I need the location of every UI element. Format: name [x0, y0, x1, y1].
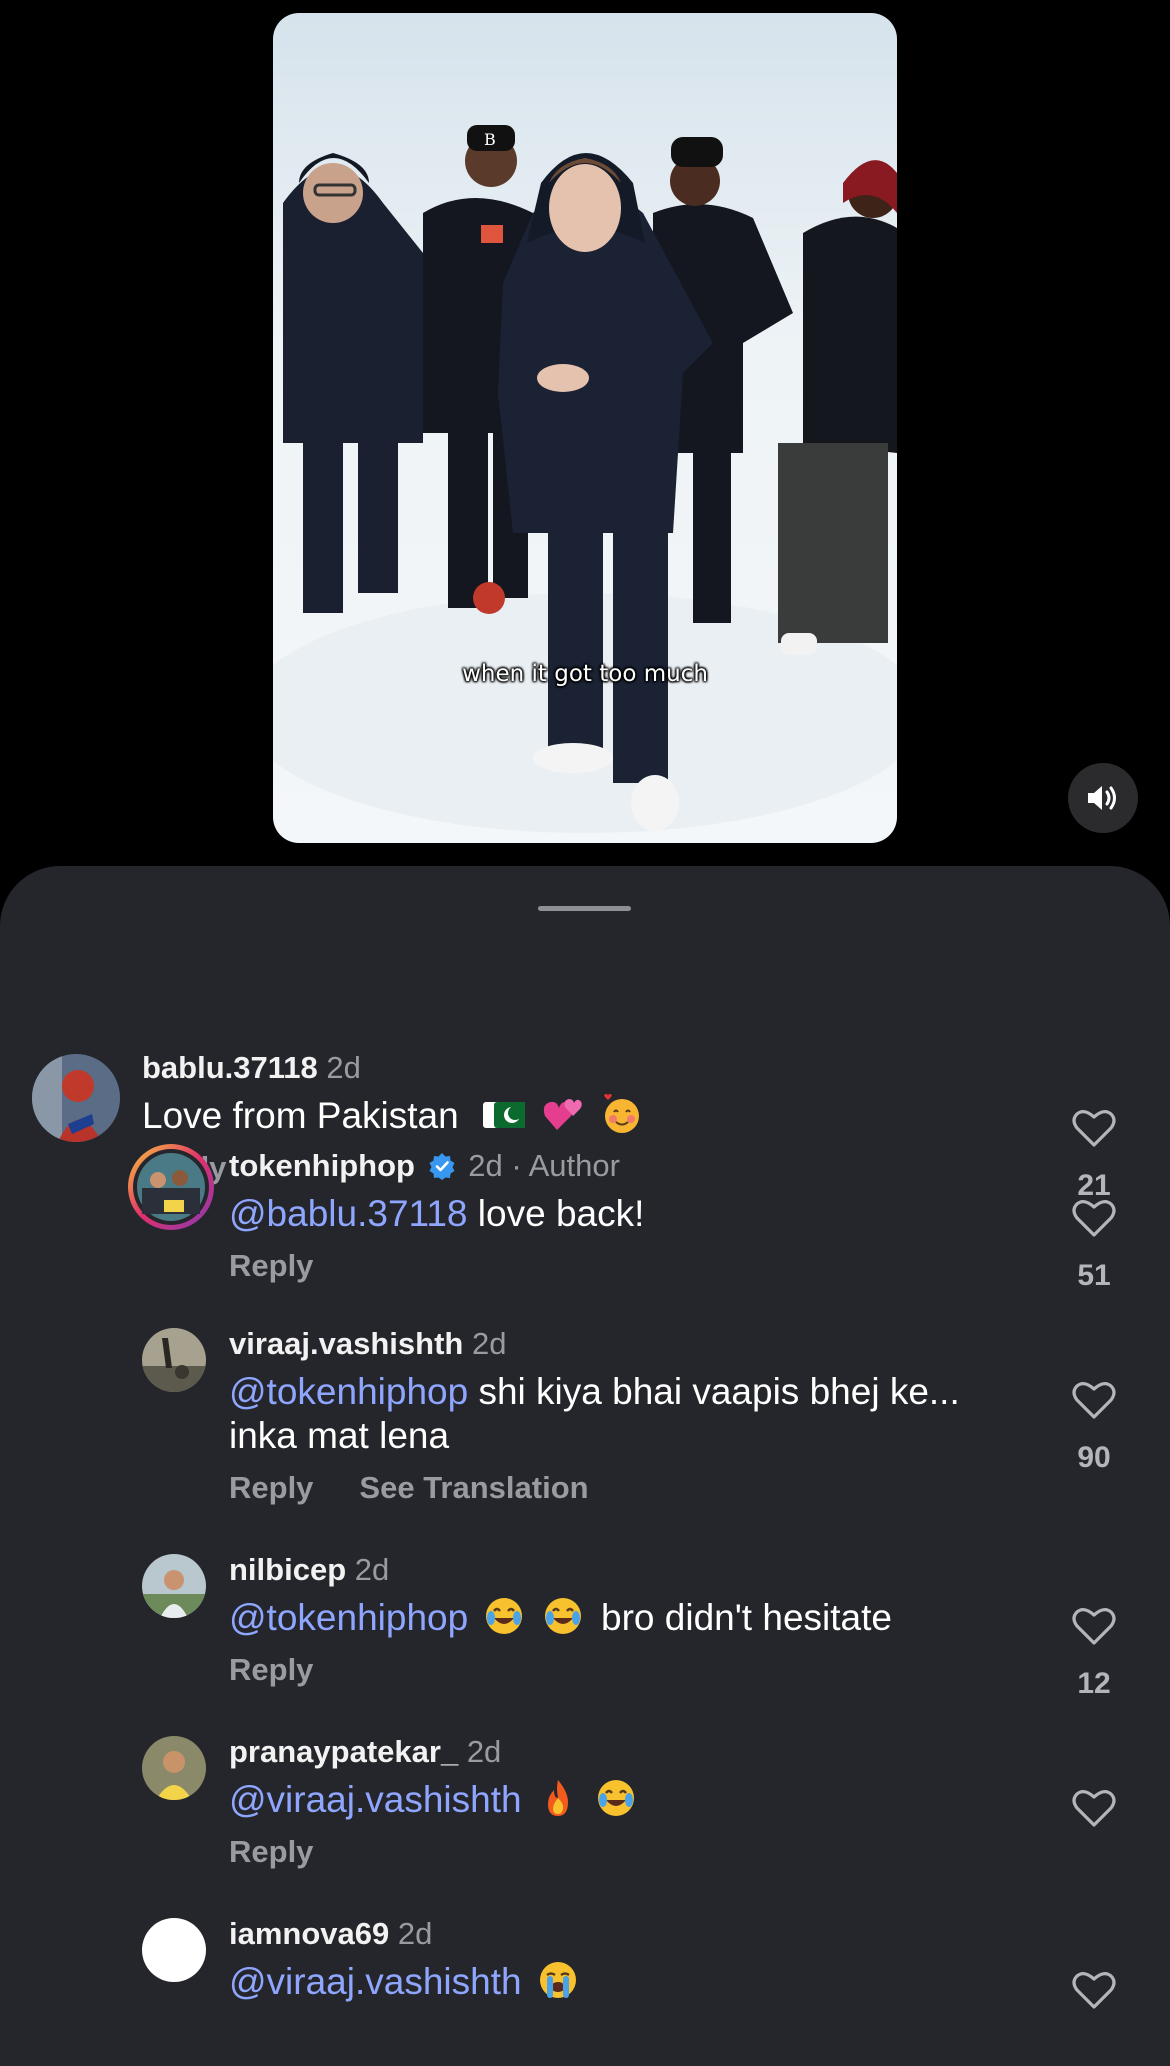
heart-icon[interactable] [1072, 1198, 1116, 1238]
comment-text: @bablu.37118 love back! [229, 1192, 1020, 1236]
like-count: 51 [1077, 1259, 1111, 1292]
sheet-drag-handle[interactable] [538, 906, 631, 911]
comment-body-text: bro didn't hesitate [601, 1597, 892, 1638]
avatar[interactable] [142, 1554, 206, 1618]
comment-username[interactable]: bablu.37118 [142, 1050, 318, 1085]
comment-time: 2d [354, 1552, 390, 1587]
comment-username[interactable]: nilbicep [229, 1552, 346, 1587]
like-control: 21 [1070, 1108, 1118, 1203]
like-control: 12 [1070, 1606, 1118, 1701]
comment-username[interactable]: viraaj.vashishth [229, 1326, 463, 1361]
comment-mention[interactable]: @tokenhiphop [229, 1371, 468, 1412]
heart-icon[interactable] [1072, 1970, 1116, 2010]
avatar-image [142, 1554, 206, 1618]
heart-icon[interactable] [1072, 1380, 1116, 1420]
avatar[interactable] [142, 1328, 206, 1392]
comment-time: 2d [397, 1916, 433, 1951]
reply-button[interactable]: Reply [229, 1248, 313, 1284]
avatar[interactable] [142, 1736, 206, 1800]
comment-content: nilbicep 2d @tokenhiphop bro didn't hesi… [229, 1552, 1020, 1688]
comment-content: viraaj.vashishth 2d @tokenhiphop shi kiy… [229, 1326, 1020, 1506]
comment-time: 2d [471, 1326, 507, 1361]
comment-mention[interactable]: @tokenhiphop [229, 1597, 468, 1638]
avatar[interactable] [142, 1918, 206, 1982]
heart-icon[interactable] [1072, 1606, 1116, 1646]
joy-icon [486, 1598, 523, 1634]
comment-username[interactable]: pranaypatekar_ [229, 1734, 458, 1769]
joy-icon [544, 1598, 581, 1634]
author-tag: · Author [511, 1148, 620, 1183]
comment-content: iamnova69 2d @viraaj.vashishth [229, 1916, 1020, 2004]
like-control [1070, 1788, 1118, 1833]
loudly-crying-icon [539, 1962, 576, 1998]
comment-text: @tokenhiphop shi kiya bhai vaapis bhej k… [229, 1370, 1020, 1458]
comment-content: tokenhiphop 2d · Author @bablu.37118 lov… [229, 1148, 1020, 1284]
joy-icon [598, 1780, 635, 1816]
like-control: 51 [1070, 1198, 1118, 1293]
like-control [1070, 1970, 1118, 2015]
comment-text: @viraaj.vashishth [229, 1778, 1020, 1822]
avatar-image [142, 1736, 206, 1800]
heart-icon[interactable] [1072, 1108, 1116, 1148]
verified-badge-icon [429, 1153, 455, 1180]
like-count: 12 [1077, 1667, 1111, 1700]
comment-mention[interactable]: @viraaj.vashishth [229, 1779, 522, 1820]
audio-toggle-button[interactable] [1068, 763, 1138, 833]
comment-body-text: love back! [477, 1193, 645, 1234]
comment-username[interactable]: iamnova69 [229, 1916, 389, 1951]
video-frame: B [273, 125, 897, 833]
comment-mention[interactable]: @bablu.37118 [229, 1193, 468, 1234]
reply-button[interactable]: Reply [229, 1470, 313, 1506]
two-hearts-icon [544, 1099, 583, 1130]
avatar-image [32, 1054, 120, 1142]
avatar-image [142, 1328, 206, 1392]
reply-button[interactable]: Reply [229, 1652, 313, 1688]
see-translation-button[interactable]: See Translation [359, 1470, 588, 1506]
like-count: 90 [1077, 1441, 1111, 1474]
fire-icon [547, 1780, 568, 1816]
svg-text:B: B [484, 130, 496, 149]
comment-body-text: Love from Pakistan [142, 1095, 459, 1136]
comment-text: Love from Pakistan [142, 1094, 1020, 1138]
heart-icon[interactable] [1072, 1788, 1116, 1828]
comment-content: pranaypatekar_ 2d @viraaj.vashishth Repl… [229, 1734, 1020, 1870]
like-control: 90 [1070, 1380, 1118, 1475]
reply-button[interactable]: Reply [229, 1834, 313, 1870]
video-caption: when it got too much [462, 661, 708, 687]
video-player[interactable]: B when it got too much [273, 13, 897, 843]
avatar-image [133, 1149, 209, 1225]
avatar[interactable] [32, 1054, 120, 1142]
comment-time: 2d [326, 1050, 361, 1085]
smiling-face-with-hearts-icon [603, 1094, 639, 1133]
comment-text: @tokenhiphop bro didn't hesitate [229, 1596, 1020, 1640]
comment-mention[interactable]: @viraaj.vashishth [229, 1961, 522, 2002]
comment-username[interactable]: tokenhiphop [229, 1148, 415, 1183]
comment-time: 2d [466, 1734, 502, 1769]
pakistan-flag-icon [483, 1102, 525, 1128]
comment-text: @viraaj.vashishth [229, 1960, 1020, 2004]
comment-time: 2d [468, 1148, 503, 1183]
avatar[interactable] [128, 1144, 214, 1230]
speaker-icon [1088, 786, 1116, 810]
